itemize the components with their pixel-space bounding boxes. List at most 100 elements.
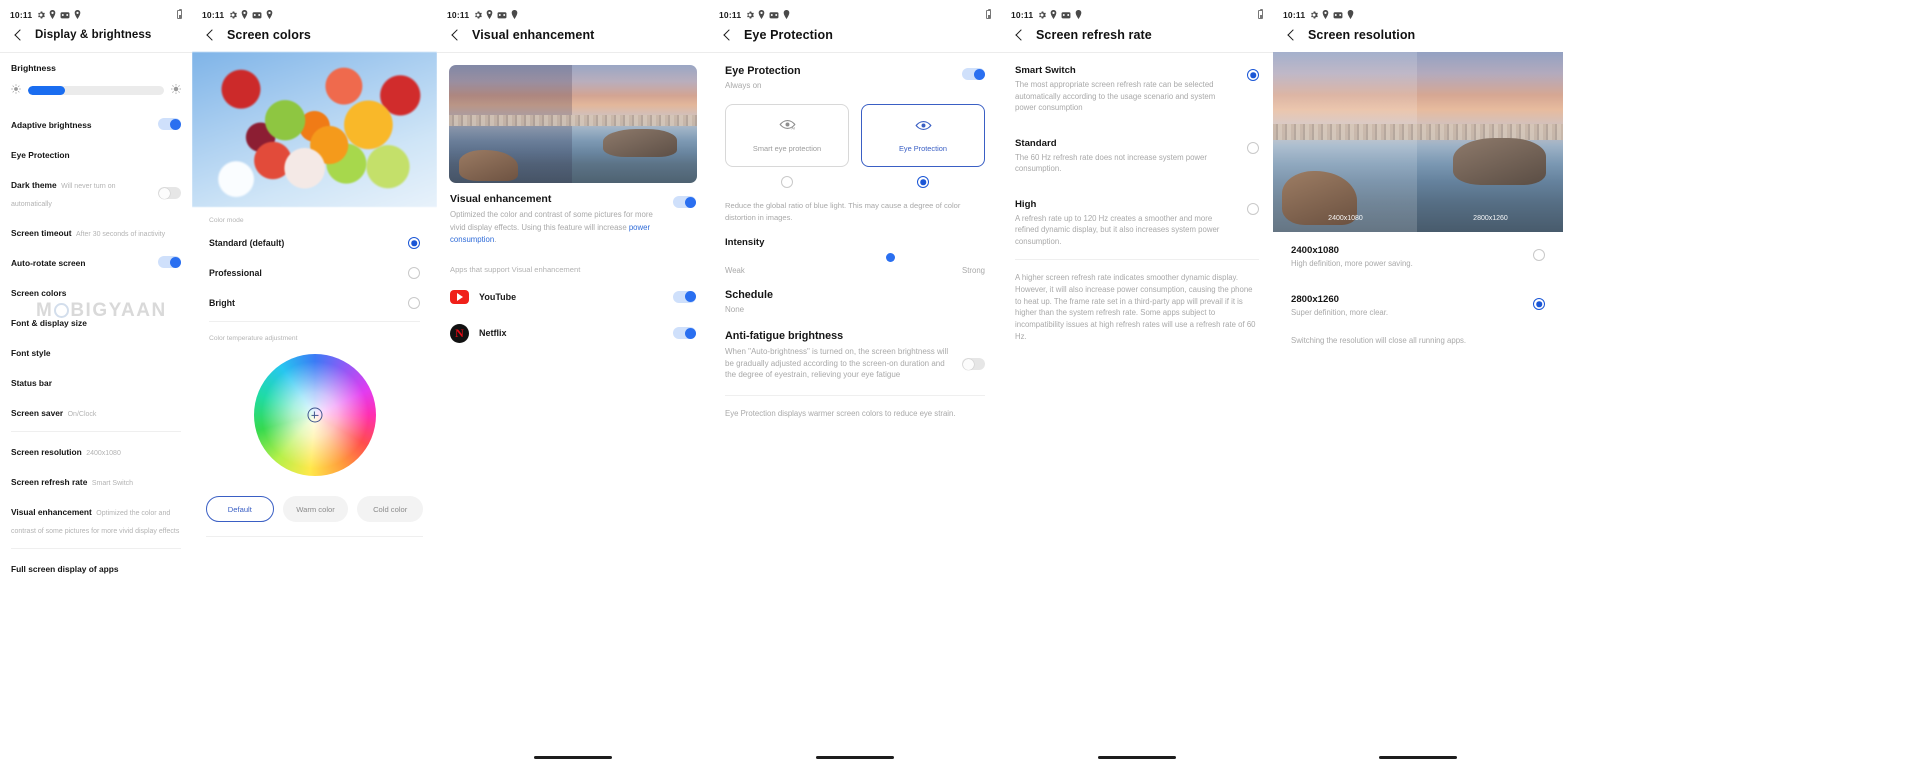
dark-theme-toggle[interactable] [158, 187, 181, 199]
radio-smart-eye-protection[interactable] [781, 176, 793, 188]
back-icon[interactable] [449, 28, 463, 42]
eye-protection-toggle[interactable] [962, 68, 985, 80]
visual-enhancement-toggle[interactable] [673, 196, 696, 208]
status-bar: 10:11 [192, 0, 437, 22]
location-icon [1075, 10, 1082, 19]
option-label: Professional [209, 268, 262, 278]
home-indicator[interactable] [816, 756, 894, 759]
setting-row-screen-colors[interactable]: Screen colors [11, 277, 181, 307]
schedule-row[interactable]: Schedule None [709, 275, 1001, 314]
radio-2400x1080[interactable] [1533, 249, 1545, 261]
app-name: YouTube [479, 291, 517, 302]
section-title: Eye Protection [725, 65, 801, 77]
chip-default[interactable]: Default [206, 496, 274, 522]
setting-row-font-style[interactable]: Font style [11, 337, 181, 367]
radio-professional[interactable] [408, 267, 420, 279]
back-icon[interactable] [1285, 28, 1299, 42]
color-mode-option-standard[interactable]: Standard (default) [192, 228, 437, 258]
battery-icon [1258, 9, 1263, 19]
setting-subtitle: After 30 seconds of inactivity [75, 231, 166, 238]
youtube-toggle[interactable] [673, 290, 696, 303]
setting-row-screen-saver[interactable]: Screen saver On/Clock [11, 397, 181, 427]
refresh-option-smart-switch[interactable]: Smart Switch The most appropriate screen… [1001, 53, 1273, 126]
setting-row-adaptive-brightness[interactable]: Adaptive brightness [11, 109, 181, 139]
brightness-track[interactable] [28, 85, 164, 95]
auto-rotate-toggle[interactable] [158, 256, 181, 268]
eye-ai-icon: AI [779, 118, 796, 136]
setting-row-eye-protection[interactable]: Eye Protection [11, 139, 181, 169]
chip-cold-color[interactable]: Cold color [357, 496, 424, 522]
back-icon[interactable] [204, 28, 218, 42]
intensity-slider[interactable] [709, 248, 1001, 262]
radio-bright[interactable] [408, 297, 420, 309]
preview-tag-left: 2400x1080 [1328, 215, 1363, 222]
radio-standard[interactable] [408, 237, 420, 249]
battery-icon [986, 9, 991, 19]
app-row-netflix[interactable]: N Netflix [437, 314, 709, 353]
setting-row-screen-refresh-rate[interactable]: Screen refresh rate Smart Switch [11, 466, 181, 496]
intensity-thumb[interactable] [886, 253, 896, 262]
anti-fatigue-row[interactable]: Anti-fatigue brightness When "Auto-brigh… [709, 314, 1001, 381]
status-bar-time: 10:11 [719, 9, 742, 20]
mail-icon [1061, 11, 1071, 18]
setting-row-font-display-size[interactable]: Font & display size [11, 307, 181, 337]
app-bar: Screen refresh rate [1001, 22, 1273, 52]
setting-row-screen-timeout[interactable]: Screen timeout After 30 seconds of inact… [11, 217, 181, 247]
status-bar-time: 10:11 [1011, 9, 1034, 20]
visual-enhancement-toggle-row[interactable]: Visual enhancement Optimized the color a… [437, 183, 709, 249]
radio-smart-switch[interactable] [1247, 69, 1259, 81]
resolution-option-2800x1260[interactable]: 2800x1260 Super definition, more clear. [1273, 281, 1563, 330]
status-bar-right [986, 9, 991, 19]
eye-protection-modes: AI Smart eye protection Eye Protection [709, 90, 1001, 167]
chip-warm-color[interactable]: Warm color [282, 496, 349, 522]
back-icon[interactable] [12, 28, 26, 42]
location-icon [511, 10, 518, 19]
radio-high[interactable] [1247, 202, 1259, 215]
setting-row-status-bar[interactable]: Status bar [11, 367, 181, 397]
back-icon[interactable] [721, 28, 735, 42]
option-description: The most appropriate screen refresh rate… [1015, 80, 1216, 112]
anti-fatigue-toggle[interactable] [962, 358, 985, 370]
color-temperature-wheel[interactable] [253, 354, 376, 476]
radio-standard[interactable] [1247, 141, 1259, 154]
radio-2800x1260[interactable] [1533, 298, 1545, 310]
resolution-option-2400x1080[interactable]: 2400x1080 High definition, more power sa… [1273, 232, 1563, 281]
color-mode-option-professional[interactable]: Professional [192, 258, 437, 288]
color-mode-option-bright[interactable]: Bright [192, 288, 437, 318]
page-title: Eye Protection [744, 28, 833, 42]
option-title: 2800x1260 [1291, 294, 1340, 305]
schedule-value: None [725, 305, 745, 314]
status-bar-right [177, 9, 182, 19]
home-indicator[interactable] [534, 756, 612, 759]
setting-row-dark-theme[interactable]: Dark theme Will never turn on automatica… [11, 169, 181, 217]
radio-eye-protection[interactable] [917, 176, 929, 188]
refresh-option-standard[interactable]: Standard The 60 Hz refresh rate does not… [1001, 126, 1273, 187]
setting-row-screen-resolution[interactable]: Screen resolution 2400x1080 [11, 436, 181, 466]
location-pin-icon [486, 10, 493, 19]
crosshair-icon[interactable] [307, 407, 322, 423]
setting-row-full-screen-display[interactable]: Full screen display of apps [11, 553, 181, 583]
divider [11, 548, 181, 549]
adaptive-brightness-toggle[interactable] [158, 118, 181, 130]
setting-title: Screen resolution [11, 447, 82, 457]
status-bar-icons [1310, 10, 1354, 19]
app-bar: Eye Protection [709, 22, 1001, 52]
app-row-youtube[interactable]: YouTube [437, 280, 709, 314]
brightness-slider[interactable] [0, 73, 192, 109]
home-indicator[interactable] [1379, 756, 1457, 759]
status-bar-right [1258, 9, 1263, 19]
location-icon [1347, 10, 1354, 19]
setting-row-visual-enhancement[interactable]: Visual enhancement Optimized the color a… [11, 496, 181, 544]
netflix-toggle[interactable] [673, 327, 696, 339]
refresh-option-high[interactable]: High A refresh rate up to 120 Hz creates… [1001, 187, 1273, 260]
setting-row-auto-rotate[interactable]: Auto-rotate screen [11, 247, 181, 277]
page-title: Display & brightness [35, 29, 152, 41]
option-title: Standard [1015, 137, 1057, 149]
back-icon[interactable] [1013, 28, 1027, 42]
app-bar: Screen colors [192, 22, 437, 52]
intensity-weak-label: Weak [725, 266, 745, 275]
card-eye-protection[interactable]: Eye Protection [861, 104, 985, 167]
setting-title: Font style [11, 348, 51, 358]
card-smart-eye-protection[interactable]: AI Smart eye protection [725, 104, 849, 167]
home-indicator[interactable] [1098, 756, 1176, 759]
